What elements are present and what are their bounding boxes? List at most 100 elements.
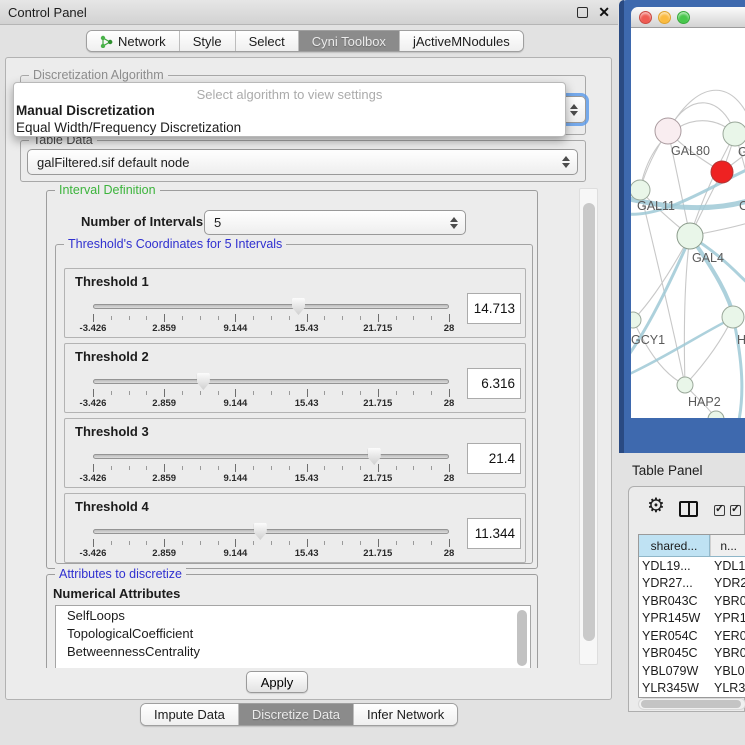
- cell-shared-name: YER054C: [639, 629, 710, 643]
- table-row[interactable]: YBL079WYBL0...: [639, 662, 745, 680]
- table-row[interactable]: YPR145WYPR1...: [639, 610, 745, 628]
- tab-network[interactable]: Network: [87, 31, 180, 51]
- slider-tick-labels: -3.4262.8599.14415.4321.71528: [93, 323, 449, 335]
- thresholds-group: Threshold's Coordinates for 5 Intervals …: [55, 244, 533, 564]
- gear-icon[interactable]: ⚙: [647, 495, 665, 517]
- tab-network-label: Network: [118, 34, 166, 49]
- close-icon[interactable]: ✕: [598, 7, 610, 18]
- tab-style[interactable]: Style: [180, 31, 236, 51]
- tick-label: 2.859: [152, 473, 176, 484]
- columns-icon[interactable]: [679, 501, 698, 517]
- zoom-traffic-light[interactable]: [677, 11, 690, 24]
- slider-thumb[interactable]: [197, 373, 210, 390]
- slider-thumb[interactable]: [254, 523, 267, 540]
- table-row[interactable]: YBR043CYBR0...: [639, 592, 745, 610]
- tick-mark: [307, 464, 308, 472]
- algorithm-prompt-item[interactable]: Select algorithm to view settings: [14, 83, 565, 102]
- tick-mark: [449, 314, 450, 322]
- tick-mark: [218, 316, 219, 320]
- combo-spinner-icon: [562, 156, 570, 168]
- float-window-icon[interactable]: [577, 7, 588, 18]
- algorithm-item-manual[interactable]: Manual Discretization: [14, 102, 565, 119]
- network-node[interactable]: [677, 223, 703, 249]
- tab-infer-network[interactable]: Infer Network: [354, 704, 457, 725]
- threshold-3-label: Threshold 3: [75, 424, 149, 439]
- tick-mark: [129, 316, 130, 320]
- network-node[interactable]: [631, 180, 650, 200]
- network-node[interactable]: [677, 377, 693, 393]
- slider-track[interactable]: [93, 454, 449, 459]
- tick-mark: [164, 389, 165, 397]
- network-node-label: GAL11: [637, 199, 675, 213]
- number-of-intervals-combobox[interactable]: 5: [204, 210, 466, 235]
- tick-label: 9.144: [224, 398, 248, 409]
- tick-mark: [200, 541, 201, 545]
- network-node[interactable]: [723, 122, 745, 146]
- network-canvas[interactable]: GAL80GAGAL11CGAL4GCY1HHAP2: [631, 28, 745, 418]
- minimize-traffic-light[interactable]: [658, 11, 671, 24]
- table-data-combobox[interactable]: galFiltered.sif default node: [27, 149, 578, 175]
- network-view-window[interactable]: GAL80GAGAL11CGAL4GCY1HHAP2: [619, 0, 745, 453]
- table-panel-title: Table Panel: [632, 463, 703, 478]
- tick-mark: [289, 391, 290, 395]
- network-node[interactable]: [631, 312, 641, 328]
- threshold-4-block: Threshold 4 -3.4262.8599.14415.4321.7152…: [64, 493, 526, 563]
- network-window-titlebar[interactable]: [631, 7, 745, 28]
- numerical-attributes-label: Numerical Attributes: [53, 586, 180, 601]
- algorithm-dropdown-popup: Select algorithm to view settings Manual…: [13, 82, 566, 137]
- tab-select[interactable]: Select: [236, 31, 299, 51]
- threshold-4-value-field[interactable]: [467, 518, 521, 549]
- tab-cyni-toolbox[interactable]: Cyni Toolbox: [299, 31, 400, 51]
- tab-cyni-toolbox-label: Cyni Toolbox: [312, 34, 386, 49]
- threshold-3-value-field[interactable]: [467, 443, 521, 474]
- tab-select-label: Select: [249, 34, 285, 49]
- column-header-shared-name[interactable]: shared...: [639, 535, 710, 556]
- network-node[interactable]: [711, 161, 733, 183]
- table-hscrollbar[interactable]: [638, 698, 745, 710]
- list-scrollbar-thumb[interactable]: [517, 610, 527, 666]
- number-of-intervals-label: Number of Intervals: [81, 214, 203, 229]
- table-hscrollbar-thumb[interactable]: [641, 700, 741, 708]
- threshold-2-value-field[interactable]: [467, 368, 521, 399]
- algorithm-item-equal-width[interactable]: Equal Width/Frequency Discretization: [14, 119, 565, 136]
- tick-mark: [93, 464, 94, 472]
- tick-mark: [396, 541, 397, 545]
- close-traffic-light[interactable]: [639, 11, 652, 24]
- slider-tick-labels: -3.4262.8599.14415.4321.71528: [93, 398, 449, 410]
- numerical-attributes-list[interactable]: SelfLoopsTopologicalCoefficientBetweenne…: [55, 605, 531, 668]
- slider-thumb[interactable]: [292, 298, 305, 315]
- checkbox-icon[interactable]: [714, 505, 725, 516]
- slider-track[interactable]: [93, 529, 449, 534]
- tick-mark: [324, 466, 325, 470]
- tick-mark: [342, 466, 343, 470]
- threshold-1-value-field[interactable]: [467, 293, 521, 324]
- tick-mark: [182, 391, 183, 395]
- checkbox-icon[interactable]: [730, 505, 741, 516]
- column-header-name[interactable]: n...: [710, 535, 745, 556]
- slider-track[interactable]: [93, 304, 449, 309]
- tick-mark: [324, 316, 325, 320]
- tick-mark: [271, 391, 272, 395]
- tab-jactivemnodules[interactable]: jActiveMNodules: [400, 31, 523, 51]
- tick-mark: [342, 541, 343, 545]
- table-row[interactable]: YBR045CYBR0...: [639, 645, 745, 663]
- network-node[interactable]: [722, 306, 744, 328]
- tick-mark: [360, 466, 361, 470]
- slider-track[interactable]: [93, 379, 449, 384]
- slider-thumb[interactable]: [368, 448, 381, 465]
- settings-scrollbar-thumb[interactable]: [583, 203, 595, 641]
- tab-jactivemnodules-label: jActiveMNodules: [413, 34, 510, 49]
- tab-impute-data[interactable]: Impute Data: [141, 704, 239, 725]
- tab-discretize-data[interactable]: Discretize Data: [239, 704, 354, 725]
- table-row[interactable]: YLR345WYLR3...: [639, 680, 745, 698]
- apply-button[interactable]: Apply: [246, 671, 308, 693]
- attribute-list-item[interactable]: TopologicalCoefficient: [56, 624, 530, 642]
- table-row[interactable]: YER054CYER0...: [639, 627, 745, 645]
- attribute-list-item[interactable]: BetweennessCentrality: [56, 642, 530, 660]
- node-attribute-table[interactable]: shared... n... YDL19...YDL1...YDR27...YD…: [638, 534, 745, 698]
- attribute-list-item[interactable]: SelfLoops: [56, 606, 530, 624]
- table-row[interactable]: YDL19...YDL1...: [639, 557, 745, 575]
- network-node[interactable]: [655, 118, 681, 144]
- table-row[interactable]: YDR27...YDR2...: [639, 575, 745, 593]
- settings-scrollbar[interactable]: [579, 188, 598, 665]
